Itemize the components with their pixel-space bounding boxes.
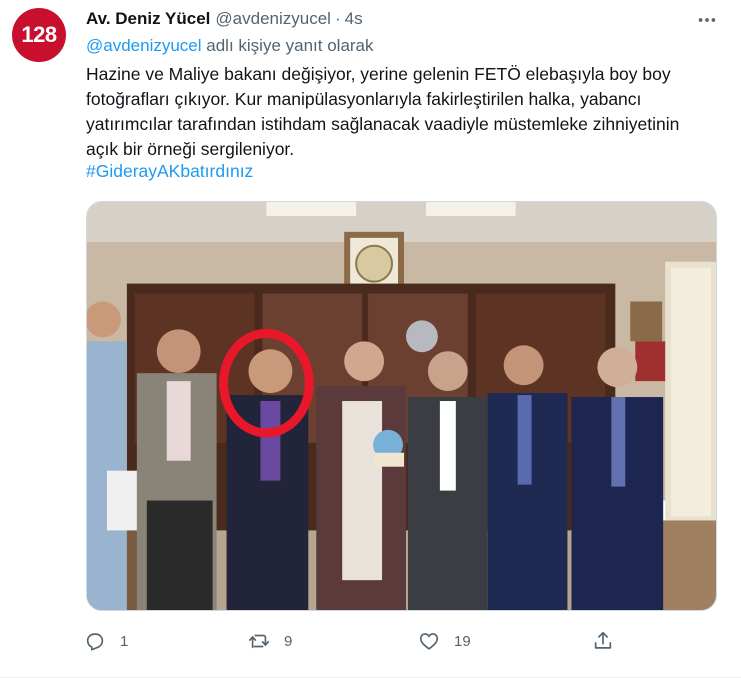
retweet-icon bbox=[249, 634, 269, 649]
tweet-text: Hazine ve Maliye bakanı değişiyor, yerin… bbox=[86, 62, 726, 162]
like-icon bbox=[419, 633, 439, 650]
replying-to-label: adlı kişiye yanıt olarak bbox=[201, 36, 374, 55]
tweet-header: Av. Deniz Yücel @avdenizyucel · 4s bbox=[86, 8, 363, 30]
share-icon bbox=[594, 631, 612, 649]
tweet-text-line: açık bir örneği sergileniyor. bbox=[86, 139, 295, 159]
tweet-actions: 1 9 19 bbox=[84, 624, 644, 658]
tweet-text-line: yatırımcılar tarafından istihdam sağlana… bbox=[86, 114, 680, 134]
reply-button[interactable]: 1 bbox=[84, 624, 128, 658]
reply-icon bbox=[86, 633, 104, 651]
replying-to-mention[interactable]: @avdenizyucel bbox=[86, 36, 202, 55]
retweet-button[interactable]: 9 bbox=[248, 624, 292, 658]
avatar-text: 128 bbox=[21, 22, 57, 47]
hashtag-link[interactable]: #GiderayAKbatırdınız bbox=[86, 161, 253, 182]
like-button[interactable]: 19 bbox=[418, 624, 471, 658]
tweet-text-line: Hazine ve Maliye bakanı değişiyor, yerin… bbox=[86, 64, 671, 84]
tweet[interactable]: 128 Av. Deniz Yücel @avdenizyucel · 4s @… bbox=[0, 0, 741, 678]
tweet-text-line: fotoğrafları çıkıyor. Kur manipülasyonla… bbox=[86, 89, 642, 109]
replying-to: @avdenizyucel adlı kişiye yanıt olarak bbox=[86, 36, 374, 56]
tweet-time[interactable]: 4s bbox=[345, 9, 363, 29]
author-display-name[interactable]: Av. Deniz Yücel bbox=[86, 9, 210, 29]
avatar[interactable]: 128 bbox=[12, 8, 66, 62]
like-count: 19 bbox=[454, 632, 471, 650]
more-options-button[interactable] bbox=[692, 8, 722, 32]
photo-image bbox=[87, 202, 716, 610]
reply-count: 1 bbox=[120, 632, 129, 650]
author-handle[interactable]: @avdenizyucel bbox=[215, 9, 331, 29]
retweet-count: 9 bbox=[284, 632, 293, 650]
more-icon bbox=[698, 18, 716, 22]
separator-dot: · bbox=[334, 9, 341, 28]
share-button[interactable] bbox=[592, 624, 614, 658]
tweet-photo[interactable] bbox=[86, 201, 717, 611]
